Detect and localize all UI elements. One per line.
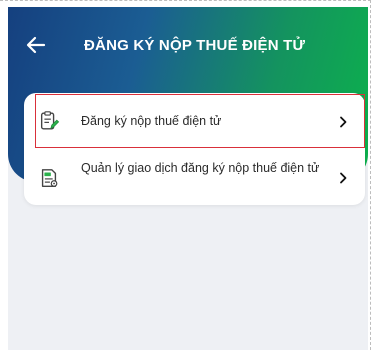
chevron-right-icon [340,172,347,184]
dashed-border-top [0,0,371,1]
app-screen: ĐĂNG KÝ NỘP THUẾ ĐIỆN TỬ Đăng ký nộp thu… [8,7,368,350]
tax-document-icon [41,169,58,187]
menu-item-label: Đăng ký nộp thuế điện tử [81,114,222,128]
clipboard-edit-icon [40,111,60,130]
page-title: ĐĂNG KÝ NỘP THUẾ ĐIỆN TỬ [84,37,306,54]
arrow-left-icon[interactable] [24,33,48,57]
menu-item-manage-registrations[interactable]: Quản lý giao dịch đăng ký nộp thuế điện … [24,151,365,205]
menu-item-register-e-tax[interactable]: Đăng ký nộp thuế điện tử [24,93,365,151]
menu-item-label: Quản lý giao dịch đăng ký nộp thuế điện … [81,161,320,175]
chevron-right-icon [340,116,347,128]
menu-card: Đăng ký nộp thuế điện tử Quản lý giao dị… [24,93,365,205]
screenshot-frame: ĐĂNG KÝ NỘP THUẾ ĐIỆN TỬ Đăng ký nộp thu… [0,0,371,350]
